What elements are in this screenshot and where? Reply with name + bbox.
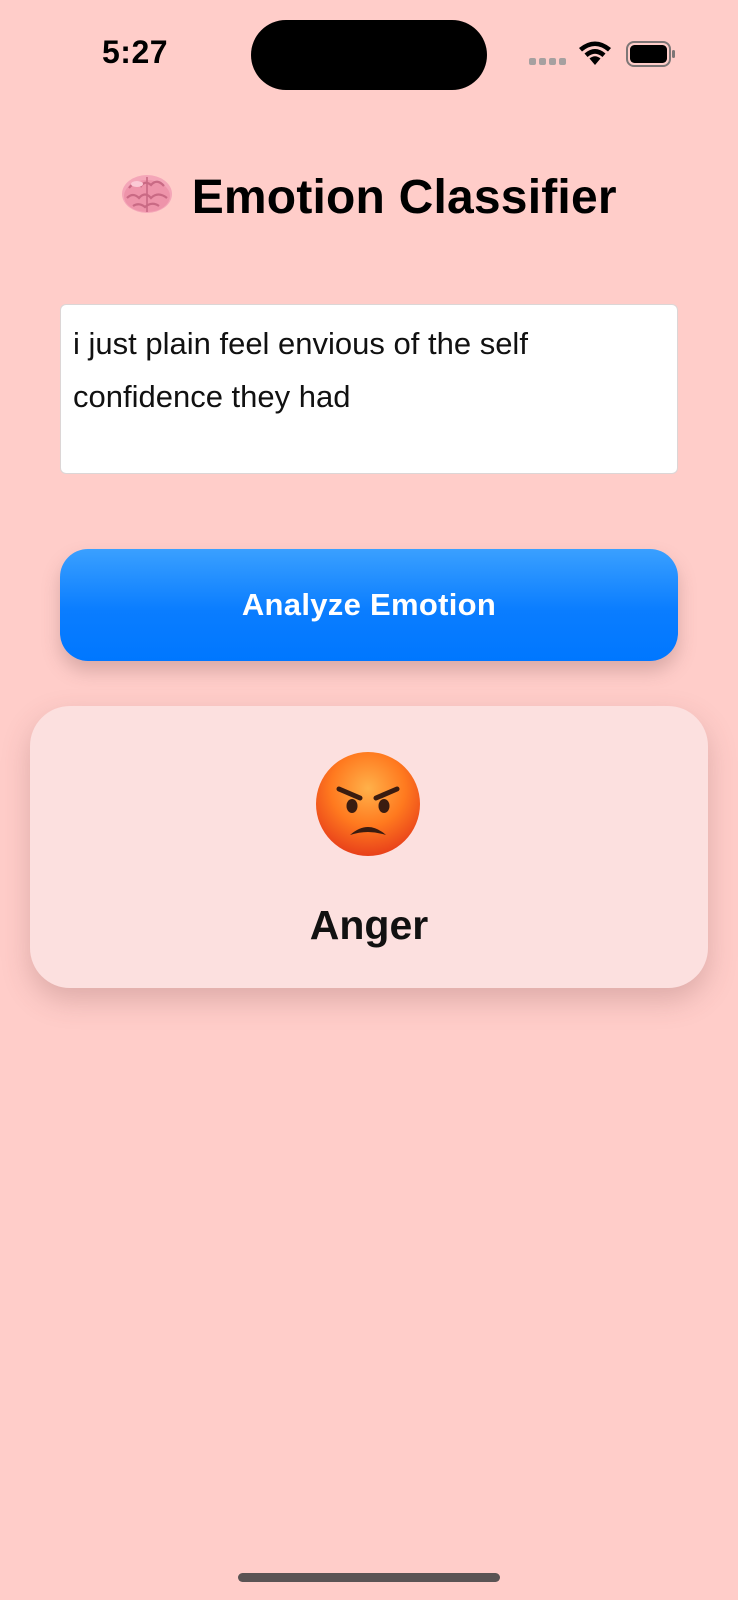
angry-face-icon xyxy=(316,752,420,856)
dynamic-island xyxy=(251,20,487,90)
analyze-emotion-button[interactable]: Analyze Emotion xyxy=(60,549,678,661)
result-card: Anger xyxy=(30,706,708,988)
status-time: 5:27 xyxy=(102,34,169,70)
emotion-text-input[interactable]: i just plain feel envious of the self co… xyxy=(60,304,678,474)
title-row: Emotion Classifier xyxy=(0,170,738,230)
home-indicator[interactable] xyxy=(238,1573,500,1582)
brain-icon xyxy=(122,174,173,213)
signal-icon xyxy=(529,58,569,66)
status-bar: 5:27 xyxy=(0,0,738,110)
wifi-icon xyxy=(579,41,611,65)
page-title: Emotion Classifier xyxy=(191,171,617,224)
battery-icon xyxy=(626,41,675,67)
result-emotion-label: Anger xyxy=(309,902,429,948)
